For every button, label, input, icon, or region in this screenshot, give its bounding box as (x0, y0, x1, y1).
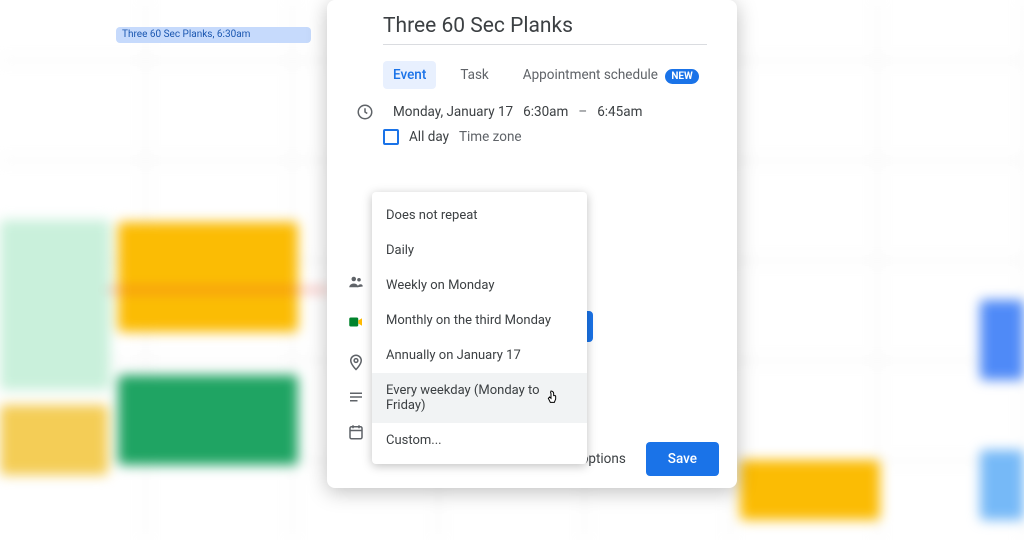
repeat-option-custom[interactable]: Custom... (372, 423, 587, 458)
event-chip[interactable]: Three 60 Sec Planks, 6:30am (116, 27, 311, 43)
allday-row: All day Time zone (327, 125, 737, 149)
event-start-time[interactable]: 6:30am (523, 104, 568, 120)
timezone-link[interactable]: Time zone (459, 129, 522, 145)
people-icon (347, 273, 367, 295)
cursor-icon (545, 388, 561, 410)
tab-appointment[interactable]: Appointment schedule NEW (513, 61, 709, 89)
event-title[interactable]: Three 60 Sec Planks (383, 14, 707, 45)
tab-task[interactable]: Task (450, 61, 498, 89)
repeat-option-none[interactable]: Does not repeat (372, 198, 587, 233)
event-date[interactable]: Monday, January 17 (393, 104, 513, 120)
repeat-option-annually[interactable]: Annually on January 17 (372, 338, 587, 373)
meet-icon (347, 313, 367, 335)
time-row: Monday, January 17 6:30am – 6:45am (327, 99, 737, 125)
repeat-option-monthly[interactable]: Monthly on the third Monday (372, 303, 587, 338)
location-icon (347, 353, 367, 375)
clock-icon (347, 103, 383, 121)
tab-appointment-label: Appointment schedule (523, 67, 658, 83)
event-end-time[interactable]: 6:45am (597, 104, 642, 120)
repeat-option-weekly[interactable]: Weekly on Monday (372, 268, 587, 303)
allday-label: All day (409, 129, 449, 145)
save-button[interactable]: Save (646, 442, 719, 476)
new-badge: NEW (665, 69, 698, 84)
allday-checkbox[interactable] (383, 129, 399, 145)
repeat-option-daily[interactable]: Daily (372, 233, 587, 268)
tab-event[interactable]: Event (383, 61, 436, 89)
repeat-dropdown: Does not repeat Daily Weekly on Monday M… (372, 192, 587, 464)
time-separator: – (578, 104, 587, 120)
description-icon (347, 388, 367, 410)
event-type-tabs: Event Task Appointment schedule NEW (383, 61, 737, 89)
